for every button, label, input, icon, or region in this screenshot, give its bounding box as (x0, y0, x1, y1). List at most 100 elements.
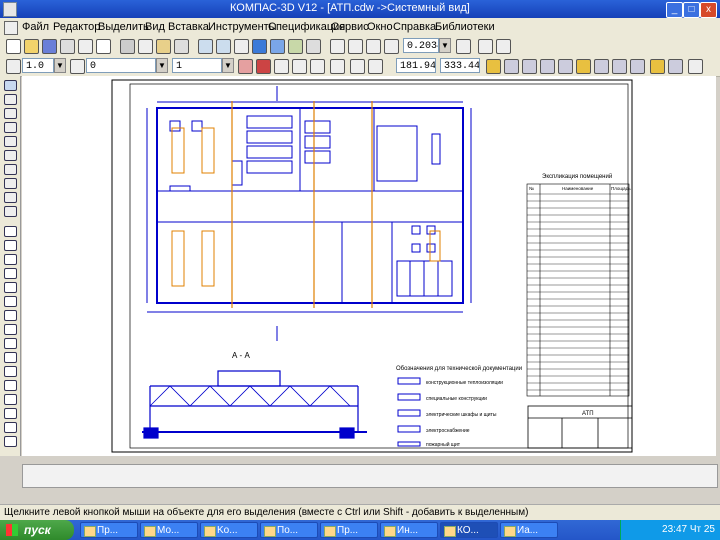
snap-point-icon[interactable] (668, 59, 683, 74)
redo-icon[interactable] (216, 39, 231, 54)
menu-help[interactable]: Справка (393, 21, 436, 33)
close-button[interactable]: x (700, 2, 717, 18)
show-all-icon[interactable] (478, 39, 493, 54)
view-manager-icon[interactable] (252, 39, 267, 54)
undo-icon[interactable] (198, 39, 213, 54)
layer-field[interactable]: 0 (86, 58, 156, 73)
measure-icon[interactable] (4, 150, 17, 161)
minimize-button[interactable]: _ (666, 2, 683, 18)
view-field[interactable]: 1 (172, 58, 222, 73)
line-style-field[interactable]: 1.0 (22, 58, 54, 73)
parametrization-icon[interactable] (4, 136, 17, 147)
segment-icon[interactable] (4, 254, 17, 265)
polygon-icon[interactable] (4, 338, 17, 349)
equidistant-icon[interactable] (4, 422, 17, 433)
menu-edit[interactable]: Редактор (53, 21, 100, 33)
geometry-icon[interactable] (4, 80, 17, 91)
variables-icon[interactable] (288, 39, 303, 54)
snap-normal-icon[interactable] (594, 59, 609, 74)
snap-nearest-icon[interactable] (630, 59, 645, 74)
open-folder-icon[interactable] (24, 39, 39, 54)
notation-icon[interactable] (4, 108, 17, 119)
snap-endpoint-icon[interactable] (504, 59, 519, 74)
taskbar-item-1[interactable]: Пр... (80, 522, 138, 538)
format-icon[interactable] (174, 39, 189, 54)
zoom-field[interactable]: 0.2034 (403, 38, 439, 53)
snap-settings-icon[interactable] (688, 59, 703, 74)
bezier-icon[interactable] (4, 352, 17, 363)
arc-icon[interactable] (4, 282, 17, 293)
insert-icon[interactable] (4, 206, 17, 217)
line-style-dropdown-button[interactable]: ▼ (54, 58, 66, 73)
global-snap-icon[interactable] (486, 59, 501, 74)
taskbar-item-4[interactable]: По... (260, 522, 318, 538)
snap-center-icon[interactable] (540, 59, 555, 74)
polyline-icon[interactable] (4, 310, 17, 321)
reports-icon[interactable] (4, 192, 17, 203)
zoom-out-icon[interactable] (366, 39, 381, 54)
color-icon[interactable] (256, 59, 271, 74)
preview-icon[interactable] (78, 39, 93, 54)
new-document-icon[interactable] (6, 39, 21, 54)
pan-icon[interactable] (456, 39, 471, 54)
zoom-dropdown-button[interactable]: ▼ (439, 38, 451, 53)
edit-icon[interactable] (4, 122, 17, 133)
taskbar-item-3[interactable]: Ko... (200, 522, 258, 538)
properties-icon[interactable] (96, 39, 111, 54)
menu-window[interactable]: Окно (367, 21, 393, 33)
sizes-icon[interactable] (4, 94, 17, 105)
snap-middle-icon[interactable] (522, 59, 537, 74)
help-icon[interactable] (306, 39, 321, 54)
chamfer-icon[interactable] (4, 366, 17, 377)
layer-state-icon[interactable] (238, 59, 253, 74)
round-icon[interactable] (350, 59, 365, 74)
maximize-button[interactable]: □ (683, 2, 700, 18)
ellipse-icon[interactable] (4, 296, 17, 307)
grid-icon[interactable] (274, 59, 289, 74)
kompas-app-icon[interactable] (3, 2, 17, 17)
taskbar-item-2[interactable]: Мо... (140, 522, 198, 538)
fillet-icon[interactable] (4, 380, 17, 391)
hatch-icon[interactable] (4, 394, 17, 405)
print-icon[interactable] (60, 39, 75, 54)
view-dropdown-button[interactable]: ▼ (222, 58, 234, 73)
taskbar-item-5[interactable]: Пр... (320, 522, 378, 538)
point-icon[interactable] (4, 226, 17, 237)
taskbar-item-6[interactable]: Ин... (380, 522, 438, 538)
menu-view[interactable]: Вид (145, 21, 165, 33)
cursor-icon[interactable] (234, 39, 249, 54)
coord-x-field[interactable]: 181.949 (396, 58, 436, 73)
local-cs-icon[interactable] (310, 59, 325, 74)
taskbar-item-kompas[interactable]: КО... (440, 522, 498, 538)
coord-y-field[interactable]: 333.446 (440, 58, 480, 73)
menu-select[interactable]: Выделить (98, 21, 149, 33)
menu-file[interactable]: Файл (22, 21, 49, 33)
selection-icon[interactable] (4, 164, 17, 175)
snap-grid-icon[interactable] (650, 59, 665, 74)
menu-insert[interactable]: Вставка (168, 21, 209, 33)
menu-tools[interactable]: Инструменты (208, 21, 277, 33)
cut-icon[interactable] (120, 39, 135, 54)
zoom-window-icon[interactable] (348, 39, 363, 54)
collection-icon[interactable] (4, 436, 17, 447)
snap-icon[interactable] (330, 59, 345, 74)
menu-libraries[interactable]: Библиотеки (435, 21, 495, 33)
paste-icon[interactable] (156, 39, 171, 54)
document-icon[interactable] (4, 21, 18, 35)
spec-icon[interactable] (4, 178, 17, 189)
menu-service[interactable]: Сервис (331, 21, 369, 33)
zoom-scale-icon[interactable] (384, 39, 399, 54)
snap-intersection-icon[interactable] (558, 59, 573, 74)
snap-angle-icon[interactable] (612, 59, 627, 74)
layer-dropdown-button[interactable]: ▼ (156, 58, 168, 73)
drawing-canvas[interactable]: А - А Обозначения для технической докуме… (22, 76, 716, 456)
refresh-icon[interactable] (496, 39, 511, 54)
save-icon[interactable] (42, 39, 57, 54)
tree-icon[interactable] (270, 39, 285, 54)
snap-tangent-icon[interactable] (576, 59, 591, 74)
start-button[interactable]: пуск (0, 520, 74, 540)
command-line[interactable] (22, 464, 718, 488)
contour-icon[interactable] (4, 408, 17, 419)
rectangle-icon[interactable] (4, 324, 17, 335)
auxiliary-line-icon[interactable] (4, 240, 17, 251)
